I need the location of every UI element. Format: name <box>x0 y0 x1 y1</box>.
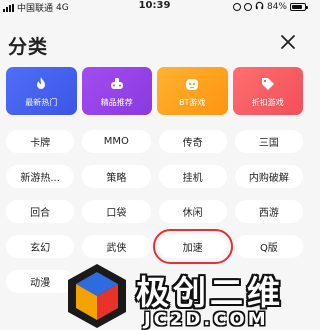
price-tag-icon <box>259 75 277 93</box>
tag-item[interactable]: 西游 <box>234 200 303 223</box>
tag-item[interactable]: MMO <box>82 130 151 153</box>
tag-item[interactable]: 加速 <box>152 229 233 264</box>
flame-icon <box>32 75 50 93</box>
battery-level <box>292 5 303 9</box>
battery-icon <box>290 3 308 11</box>
close-button[interactable] <box>279 33 297 51</box>
tag-item[interactable]: 休闲 <box>158 200 227 223</box>
tag-item[interactable]: 三国 <box>234 130 303 153</box>
watermark: 极创二维 JC2D.COM <box>66 262 309 330</box>
card-hot-games[interactable]: 最新热门 <box>6 67 77 115</box>
status-right: 84% <box>232 1 308 13</box>
tag-item[interactable]: 卡牌 <box>6 130 75 153</box>
card-recommended[interactable]: 精品推荐 <box>81 67 152 115</box>
tag-item[interactable]: 内购破解 <box>234 165 303 188</box>
card-label: 折扣游戏 <box>251 97 284 107</box>
card-bt-games[interactable]: BT游戏 <box>157 67 228 115</box>
card-label: BT游戏 <box>179 97 206 107</box>
tag-item[interactable]: 玄幻 <box>6 235 75 258</box>
tag-item[interactable]: Q版 <box>234 235 303 258</box>
tag-item[interactable]: 策略 <box>82 165 151 188</box>
tag-item[interactable]: 口袋 <box>82 200 151 223</box>
tag-item[interactable]: 传奇 <box>158 130 227 153</box>
tag-item[interactable]: 动漫 <box>6 270 75 293</box>
location-icon <box>232 3 241 11</box>
robot-face-icon <box>183 75 201 93</box>
watermark-domain: JC2D.COM <box>144 309 269 330</box>
close-icon <box>281 35 295 49</box>
alarm-icon <box>243 3 252 11</box>
gamepad-icon <box>108 75 126 93</box>
card-discount-games[interactable]: 折扣游戏 <box>232 67 303 115</box>
status-bar: 中国联通 4G 10:39 84% <box>0 0 309 14</box>
tag-item[interactable]: 挂机 <box>158 165 227 188</box>
tag-item[interactable]: 回合 <box>6 200 75 223</box>
card-label: 最新热门 <box>25 97 58 107</box>
battery-percent: 84% <box>266 2 287 12</box>
watermark-title: 极创二维 <box>136 273 284 312</box>
category-cards: 最新热门 精品推荐 BT游戏 折扣游戏 <box>6 67 303 115</box>
card-label: 精品推荐 <box>100 97 133 107</box>
tag-item[interactable]: 新游热... <box>6 165 75 188</box>
headphones-icon <box>255 1 264 13</box>
tag-item[interactable]: 武侠 <box>82 235 151 258</box>
watermark-logo-icon <box>68 264 126 328</box>
page-title: 分类 <box>8 36 49 58</box>
